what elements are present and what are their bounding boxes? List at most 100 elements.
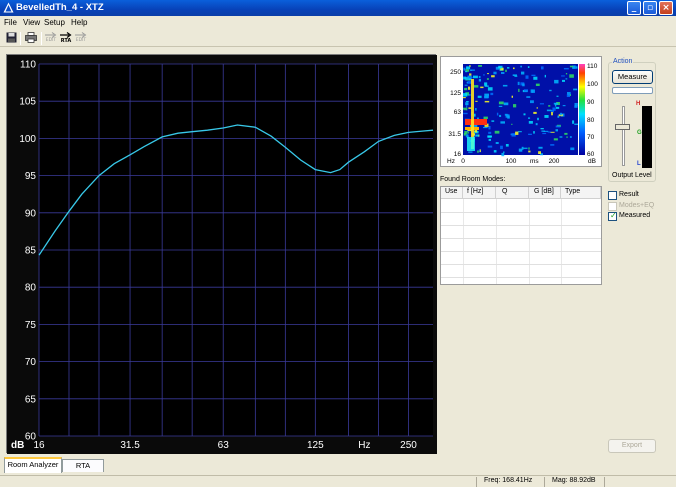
- heatmap-cell: [527, 66, 530, 68]
- heatmap-cell: [503, 102, 509, 106]
- export-button[interactable]: Export: [608, 439, 656, 453]
- heatmap-cell: [464, 84, 468, 86]
- heatmap-cell: [484, 100, 490, 103]
- toolbar-edit-button-2[interactable]: EDIT: [74, 32, 88, 45]
- y-tick-label: 80: [25, 283, 37, 294]
- frequency-response-plot[interactable]: 60 65 70 75 80 85 90 95 100 105 110 16 31.5 63 125 Hz 25…: [6, 54, 437, 454]
- heatmap-cell: [539, 103, 544, 105]
- menu-file[interactable]: File: [4, 18, 17, 27]
- close-button[interactable]: ×: [659, 1, 673, 15]
- x-tick-label: 125: [307, 440, 324, 451]
- y-tick-label: 95: [25, 171, 37, 182]
- heatmap-cell: [569, 65, 574, 68]
- toolbar-small-label-1: EDIT: [45, 38, 57, 43]
- heatmap-cell: [563, 68, 569, 70]
- output-level-slider-track[interactable]: [622, 106, 625, 166]
- heatmap-cell: [520, 65, 522, 68]
- heatmap-cell: [538, 151, 541, 154]
- heatmap-cell: [483, 116, 488, 119]
- result-checkbox[interactable]: [608, 191, 617, 200]
- heatmap-cell: [486, 78, 489, 80]
- x-tick-label: 63: [218, 440, 230, 451]
- waterfall-panel[interactable]: 250 125 63 31.5 16 0 100 200 Hz ms dB 110 100 90 80 70 6…: [440, 56, 602, 167]
- save-button[interactable]: [4, 32, 18, 45]
- heatmap-cell: [574, 103, 578, 107]
- heatmap-cell: [468, 94, 471, 96]
- heatmap-cell: [541, 130, 545, 132]
- heatmap-cell: [473, 85, 479, 88]
- measured-checkbox[interactable]: ✓: [608, 211, 617, 221]
- heatmap-cell: [513, 104, 517, 108]
- maximize-button[interactable]: ▫: [643, 1, 657, 15]
- modes-column-use[interactable]: Use: [441, 187, 463, 199]
- heatmap-cell: [528, 121, 533, 124]
- heatmap-cell: [548, 105, 551, 107]
- modes-column-gain[interactable]: G [dB]: [529, 187, 561, 199]
- measure-progress-bar: [612, 87, 653, 94]
- modes-column-q[interactable]: Q: [496, 187, 529, 199]
- y-tick-label: 105: [19, 97, 36, 108]
- bottom-tabs: Room Analyzer RTA: [0, 457, 676, 473]
- heatmap-cell: [463, 107, 467, 110]
- heatmap-cell: [493, 150, 497, 153]
- heatmap-cell: [463, 112, 468, 115]
- y-tick-label: 75: [25, 320, 37, 331]
- tab-room-analyzer[interactable]: Room Analyzer: [4, 457, 62, 473]
- waterfall-y-tick: 125: [450, 90, 461, 97]
- modes-eq-checkbox[interactable]: [608, 202, 617, 211]
- heatmap-cell: [546, 109, 552, 112]
- heatmap-cell: [575, 66, 578, 69]
- measure-button[interactable]: Measure: [612, 70, 653, 84]
- x-tick-label: 16: [33, 440, 45, 451]
- modes-column-type[interactable]: Type: [561, 187, 601, 199]
- waterfall-colorbar-tick: 80: [587, 117, 595, 124]
- toolbar-edit-button-1[interactable]: EDIT: [44, 32, 58, 45]
- heatmap-cell: [528, 133, 532, 135]
- room-modes-table[interactable]: Use f [Hz] Q G [dB] Type: [440, 186, 602, 285]
- heatmap-cell: [499, 114, 502, 117]
- heatmap-cell: [463, 97, 466, 99]
- heatmap-cell: [569, 74, 574, 78]
- heatmap-cell: [463, 67, 466, 71]
- heatmap-cell: [467, 131, 469, 134]
- heatmap-cell: [541, 66, 544, 70]
- minimize-button[interactable]: _: [627, 1, 641, 15]
- modes-column-freq[interactable]: f [Hz]: [463, 187, 496, 199]
- output-level-slider-thumb[interactable]: [615, 124, 630, 130]
- app-icon: [3, 2, 14, 13]
- rta-toolbar-label: RTA: [60, 38, 72, 44]
- heatmap-cell: [466, 66, 471, 70]
- heatmap-cell: [465, 119, 487, 125]
- heatmap-cell: [474, 124, 478, 127]
- y-tick-label: 100: [19, 134, 36, 145]
- menu-help[interactable]: Help: [71, 18, 87, 27]
- heatmap-cell: [500, 121, 505, 124]
- print-button[interactable]: [24, 32, 38, 45]
- status-mag: Mag: 88.92dB: [552, 477, 596, 484]
- heatmap-cell: [574, 123, 578, 125]
- tab-rta[interactable]: RTA: [62, 459, 104, 472]
- heatmap-cell: [535, 123, 538, 126]
- heatmap-cell: [525, 75, 529, 79]
- heatmap-cell: [537, 117, 539, 121]
- heatmap-cell: [475, 134, 479, 137]
- heatmap-cell: [484, 93, 489, 97]
- meter-high-mark: H: [636, 101, 641, 107]
- heatmap-cell: [469, 76, 473, 78]
- heatmap-cell: [512, 74, 517, 76]
- waterfall-colorbar-tick: 100: [587, 81, 598, 88]
- x-tick-label: 31.5: [120, 440, 140, 451]
- rta-button[interactable]: RTA: [59, 32, 73, 45]
- heatmap-cell: [553, 138, 558, 141]
- checkmark-icon: ✓: [610, 211, 617, 220]
- menu-view[interactable]: View: [23, 18, 40, 27]
- heatmap-cell: [523, 113, 526, 116]
- heatmap-cell: [466, 105, 468, 108]
- waterfall-x-unit: ms: [530, 158, 539, 165]
- heatmap-cell: [530, 100, 534, 104]
- waterfall-x-tick: 0: [461, 158, 465, 165]
- menu-bar: File View Setup Help: [0, 16, 676, 30]
- menu-setup[interactable]: Setup: [44, 18, 65, 27]
- action-group-label: Action: [612, 58, 634, 65]
- heatmap-cell: [465, 102, 469, 106]
